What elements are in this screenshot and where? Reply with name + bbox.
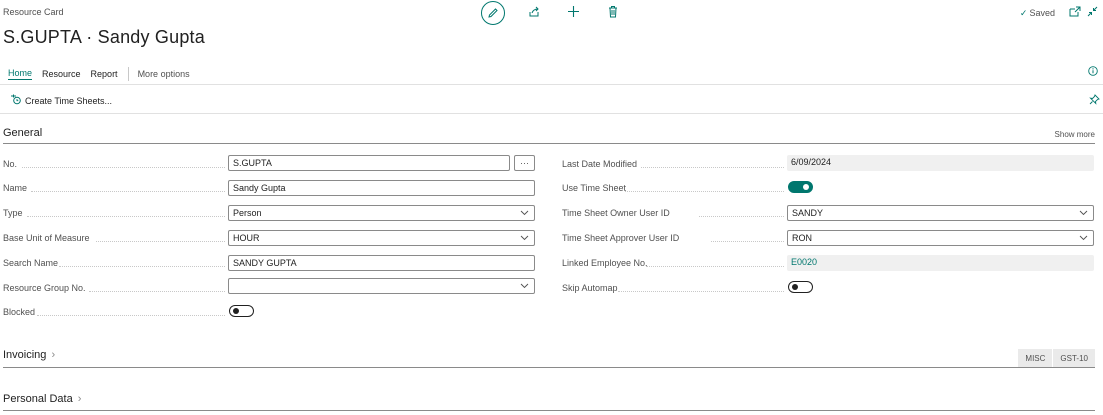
delete-button[interactable] <box>606 4 620 18</box>
saved-label: Saved <box>1029 8 1055 18</box>
toggle-knob <box>803 184 809 190</box>
invoicing-section-title: Invoicing <box>3 349 47 361</box>
resource-group-dots <box>89 291 225 292</box>
personal-data-section-title: Personal Data <box>3 393 73 405</box>
last-modified-dots <box>641 167 784 168</box>
share-button[interactable] <box>527 5 541 19</box>
edit-button[interactable] <box>481 1 505 25</box>
blocked-toggle[interactable] <box>229 305 254 317</box>
linked-employee-label: Linked Employee No. <box>562 258 648 268</box>
checkmark-icon: ✓ <box>1019 8 1028 18</box>
invoicing-badges: MISC GST-10 <box>1017 349 1095 367</box>
last-modified-value: 6/09/2024 <box>787 155 1094 171</box>
last-modified-label: Last Date Modified <box>562 159 638 169</box>
name-field[interactable]: Sandy Gupta <box>228 180 535 196</box>
chevron-down-icon <box>520 281 529 291</box>
tab-separator <box>127 67 129 81</box>
no-field[interactable]: S.GUPTA <box>228 155 510 171</box>
plus-icon <box>567 5 579 17</box>
pin-icon <box>1089 94 1100 105</box>
action-bar-divider <box>0 113 1103 114</box>
chevron-down-icon <box>520 208 529 218</box>
chevron-right-icon: › <box>51 349 56 361</box>
pin-button[interactable] <box>1089 94 1100 107</box>
invoicing-badge: MISC <box>1017 349 1053 367</box>
owner-user-label: Time Sheet Owner User ID <box>562 208 670 218</box>
name-dots <box>31 191 225 192</box>
chevron-down-icon <box>1079 233 1088 243</box>
search-name-label: Search Name <box>3 258 59 268</box>
general-section-title[interactable]: General <box>3 127 42 139</box>
skip-automap-dots <box>618 291 784 292</box>
personal-data-section-header[interactable]: Personal Data › <box>3 393 81 405</box>
skip-automap-label: Skip Automap <box>562 283 618 293</box>
info-icon <box>1088 66 1098 76</box>
page-caption: Resource Card <box>3 7 64 17</box>
invoicing-section-header[interactable]: Invoicing › <box>3 349 55 361</box>
saved-status: ✓ Saved <box>1020 8 1055 19</box>
toggle-knob <box>792 284 798 290</box>
tab-home[interactable]: Home <box>8 68 33 80</box>
share-icon <box>529 6 539 17</box>
collapse-button[interactable] <box>1087 6 1098 19</box>
no-assist-button[interactable]: ··· <box>514 155 535 171</box>
approver-user-label: Time Sheet Approver User ID <box>562 233 680 243</box>
create-time-sheets-label: Create Time Sheets... <box>25 96 113 106</box>
owner-user-select[interactable]: SANDY <box>787 205 1094 221</box>
resource-group-select[interactable] <box>228 278 535 294</box>
linked-employee-dots <box>646 266 784 267</box>
approver-user-select[interactable]: RON <box>787 230 1094 246</box>
search-name-field[interactable]: SANDY GUPTA <box>228 255 535 271</box>
base-unit-value: HOUR <box>233 233 260 243</box>
owner-user-dots <box>699 216 784 217</box>
use-time-sheet-dots <box>625 191 784 192</box>
general-section-rule <box>3 143 1095 144</box>
open-new-window-button[interactable] <box>1069 6 1081 19</box>
search-name-dots <box>59 266 225 267</box>
more-options-button[interactable]: More options <box>138 69 190 79</box>
trash-icon <box>609 5 617 17</box>
chevron-right-icon: › <box>77 393 82 405</box>
owner-user-value: SANDY <box>792 208 824 218</box>
show-more-link[interactable]: Show more <box>1055 130 1095 139</box>
type-label: Type <box>3 208 23 218</box>
info-button[interactable] <box>1088 66 1098 78</box>
pencil-icon <box>488 8 498 18</box>
no-label: No. <box>3 159 18 169</box>
page-title: S.GUPTA · Sandy Gupta <box>3 27 205 47</box>
new-button[interactable] <box>566 4 580 18</box>
chevron-down-icon <box>520 233 529 243</box>
collapse-icon <box>1087 6 1098 17</box>
base-unit-dots <box>96 241 225 242</box>
linked-employee-link[interactable]: E0020 <box>787 255 1094 271</box>
time-sheet-icon <box>10 94 21 108</box>
invoicing-section-rule <box>3 367 1095 368</box>
no-dots <box>22 167 225 168</box>
chevron-down-icon <box>1079 208 1088 218</box>
name-label: Name <box>3 183 28 193</box>
create-time-sheets-action[interactable]: Create Time Sheets... <box>10 94 112 108</box>
tabs-divider <box>0 84 1103 85</box>
open-new-window-icon <box>1069 6 1081 17</box>
blocked-label: Blocked <box>3 307 36 317</box>
tab-resource[interactable]: Resource <box>42 69 81 79</box>
type-value: Person <box>233 208 262 218</box>
type-dots <box>27 216 225 217</box>
base-unit-select[interactable]: HOUR <box>228 230 535 246</box>
resource-group-label: Resource Group No. <box>3 283 86 293</box>
use-time-sheet-label: Use Time Sheet <box>562 183 627 193</box>
use-time-sheet-toggle[interactable] <box>788 181 813 193</box>
action-tabs: Home Resource Report More options <box>8 67 200 81</box>
approver-user-dots <box>711 241 784 242</box>
type-select[interactable]: Person <box>228 205 535 221</box>
personal-data-section-rule <box>3 410 1095 411</box>
skip-automap-toggle[interactable] <box>788 281 813 293</box>
base-unit-label: Base Unit of Measure <box>3 233 90 243</box>
invoicing-badge: GST-10 <box>1052 349 1095 367</box>
toggle-knob <box>233 308 239 314</box>
tab-report[interactable]: Report <box>91 69 118 79</box>
approver-user-value: RON <box>792 233 812 243</box>
blocked-dots <box>37 315 225 316</box>
